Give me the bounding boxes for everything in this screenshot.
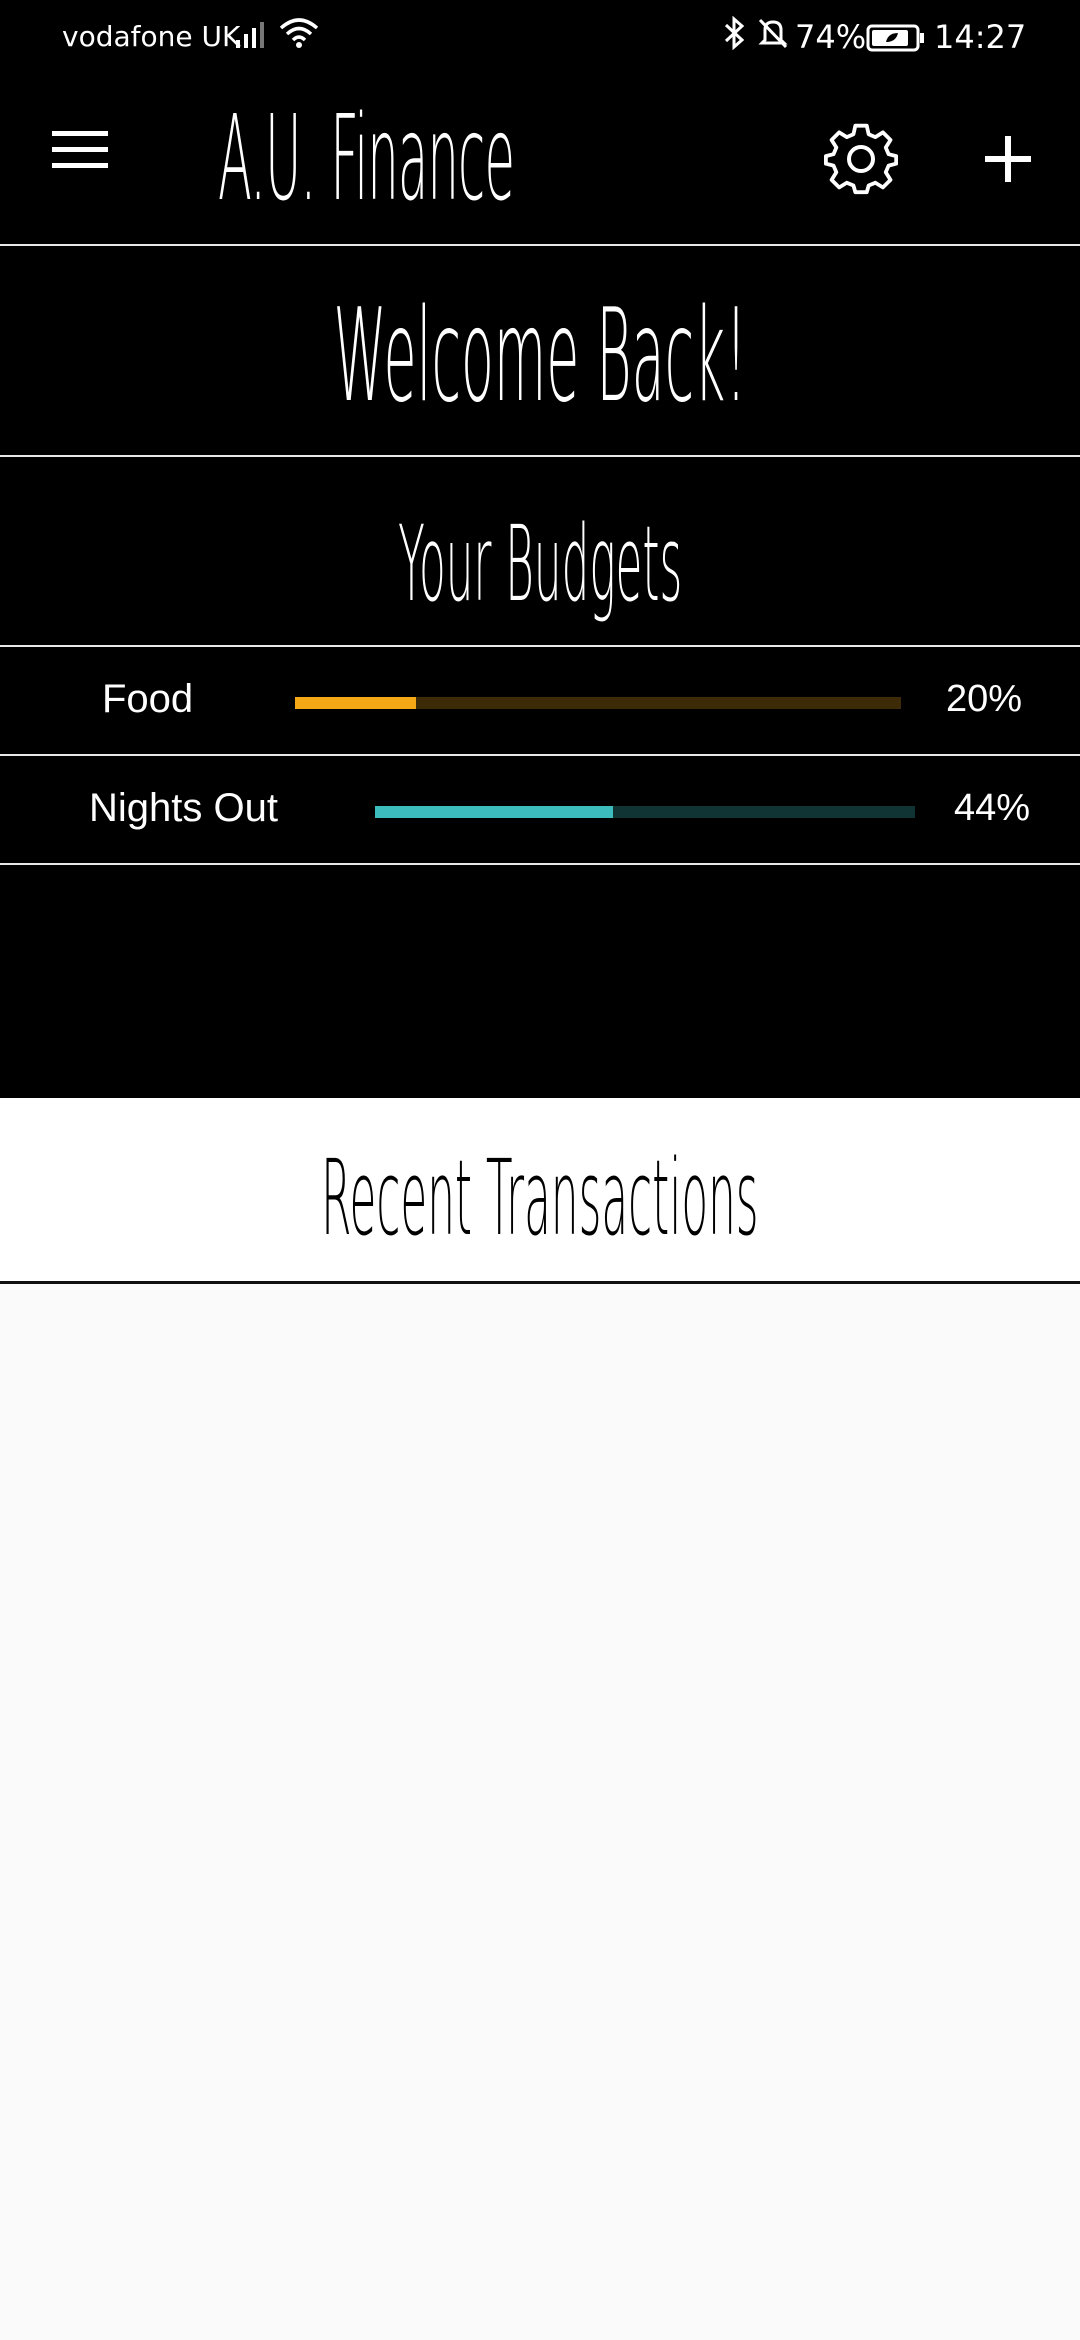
budget-progress-fill [375,806,613,818]
budgets-heading: Your Budgets [0,502,1080,626]
welcome-divider [0,455,1080,457]
welcome-heading: Welcome Back! [0,282,1080,432]
budget-row-nights-out[interactable]: Nights Out 44% [0,756,1080,862]
transactions-list[interactable] [0,1284,1080,2340]
header-divider [0,244,1080,246]
menu-icon [50,131,110,176]
recent-transactions-heading: Recent Transactions [0,1136,1080,1260]
budget-percentage: 20% [946,678,1023,720]
add-button[interactable] [976,122,1040,198]
budgets-heading-text: Your Budgets [397,503,683,625]
app-title: A.U. Finance [218,89,515,227]
budget-name: Food [102,677,194,721]
recent-transactions-text: Recent Transactions [321,1137,759,1259]
budget-name: Nights Out [89,786,278,830]
wifi-icon [278,16,320,57]
notifications-off-icon [757,16,789,57]
menu-button[interactable] [50,128,120,188]
carrier-name: vodafone UK [62,20,241,53]
budget-progress-bar [295,697,901,709]
status-bar: vodafone UK 74% 14:27 [0,0,1080,75]
budget-row-food[interactable]: Food 20% [0,647,1080,753]
bluetooth-icon [722,15,748,57]
battery-percentage: 74% [795,18,867,56]
budget-percentage: 44% [954,787,1031,829]
settings-button[interactable] [824,122,904,202]
plus-icon [976,136,1033,188]
dashboard-header-panel: vodafone UK 74% 14:27 A.U. Finance Welco… [0,0,1080,1098]
clock: 14:27 [934,18,1027,56]
budget-progress-fill [295,697,417,709]
budget-divider [0,863,1080,865]
budget-progress-bar [375,806,915,818]
signal-icon [236,18,272,55]
gear-icon [824,123,899,200]
battery-icon [866,24,926,59]
welcome-text: Welcome Back! [333,282,747,431]
